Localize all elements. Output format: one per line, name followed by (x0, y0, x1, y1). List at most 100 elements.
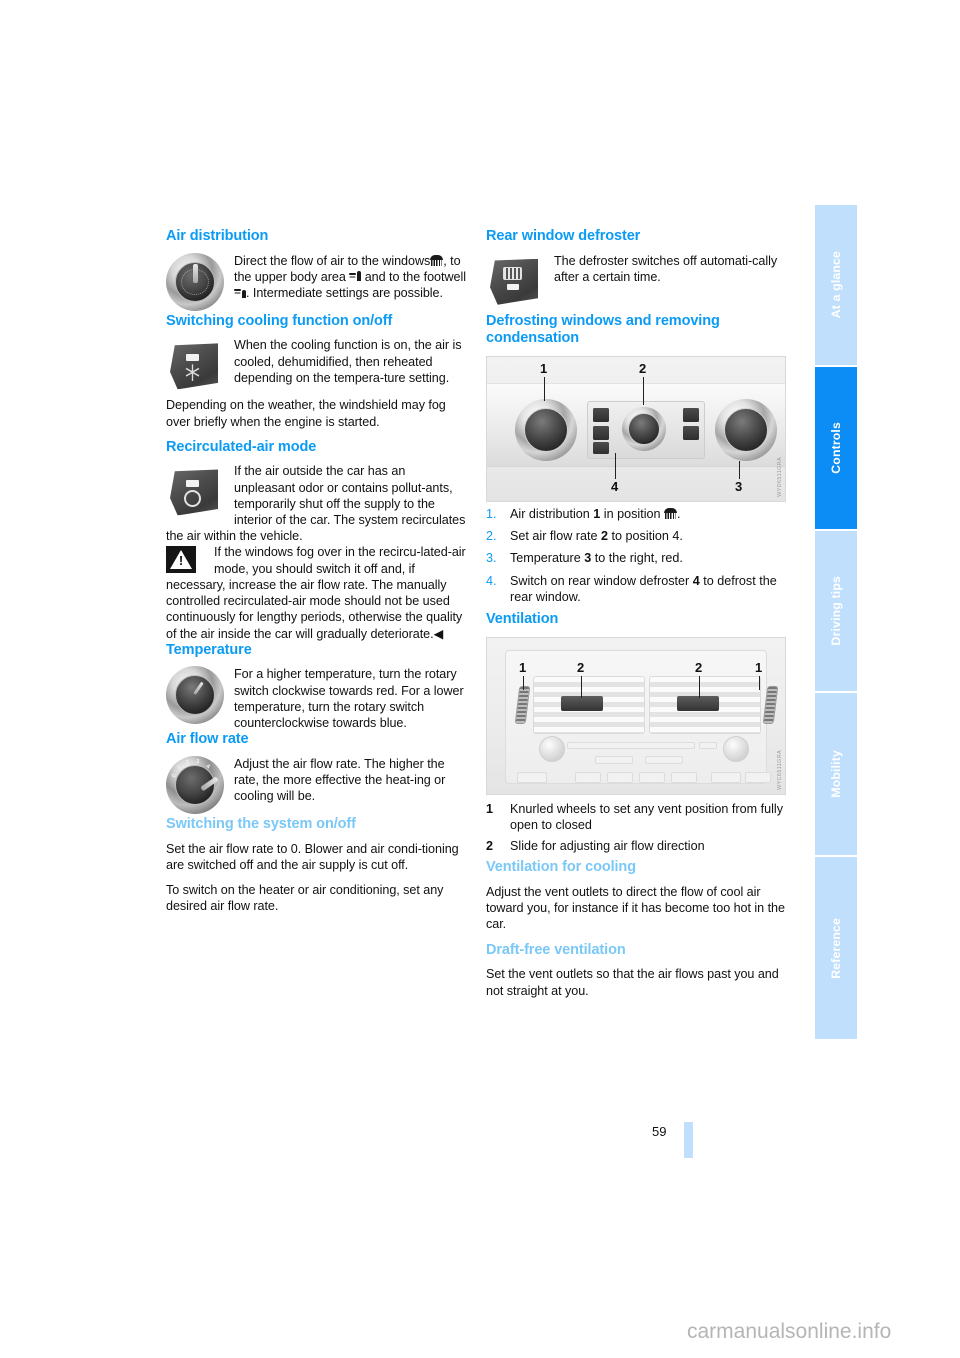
heading-ventilation-for-cooling: Ventilation for cooling (486, 859, 636, 876)
tab-mobility[interactable]: Mobility (815, 693, 857, 855)
vent-callout-1-left: 1 (519, 659, 527, 675)
cooling-paragraph-2: Depending on the weather, the windshield… (166, 398, 446, 429)
page-number: 59 (652, 1124, 667, 1139)
warning-triangle-icon (166, 544, 204, 574)
step-1-text-after: in position (600, 507, 665, 522)
heading-switching-system: Switching the system on/off (166, 815, 356, 832)
air-dist-text-3: and to the footwell (364, 269, 466, 284)
tab-controls[interactable]: Controls (815, 367, 857, 529)
tab-mobility-label: Mobility (829, 750, 843, 798)
vent-key-2-text: Slide for adjusting air flow direction (510, 839, 705, 854)
step-2-text-before: Set air flow rate (510, 529, 601, 544)
cooling-block: When the cooling function is on, the air… (166, 337, 466, 397)
figure-knob-temperature (715, 399, 777, 462)
step-3-text-after: to the right, red. (591, 551, 683, 566)
step-1-text-end: . (677, 507, 681, 522)
rotary-knob-temperature-icon (166, 666, 224, 725)
upper-body-symbol-icon (349, 270, 362, 283)
vent-callout-2-right: 2 (695, 659, 703, 675)
step-2-text-after: to position 4. (608, 529, 683, 544)
step-2: 2. Set air flow rate 2 to position 4. (486, 528, 786, 544)
rear-defroster-button-icon (486, 253, 544, 311)
figure-knob-air-distribution (515, 399, 577, 462)
warning-text: If the windows fog over in the recircu-l… (166, 545, 466, 641)
draft-free-paragraph-1: Set the vent outlets so that the air flo… (486, 967, 779, 998)
ventilation-cooling-paragraph-1: Adjust the vent outlets to direct the fl… (486, 885, 785, 932)
air-dist-text-1: Direct the flow of air to the windows (234, 253, 431, 268)
temperature-block: For a higher temperature, turn the rotar… (166, 666, 466, 731)
step-1-defrost-symbol-icon (664, 508, 678, 520)
tab-at-a-glance-label: At a glance (829, 251, 843, 319)
air-distribution-block: Direct the flow of air to the windows, t… (166, 252, 466, 313)
vent-callout-1-right: 1 (755, 659, 763, 675)
heading-ventilation: Ventilation (486, 611, 559, 628)
defrosting-steps: 1. Air distribution 1 in position . 2. Set… (486, 506, 786, 605)
figure-callout-1: 1 (540, 361, 548, 377)
snowflake-button-icon (166, 337, 224, 395)
recirculated-block: If the air outside the car has an unplea… (166, 463, 466, 544)
right-column: Rear window defroster The defroster swit… (486, 228, 786, 999)
tab-at-a-glance[interactable]: At a glance (815, 205, 857, 365)
step-4: 4. Switch on rear window defroster 4 to d… (486, 573, 786, 605)
heading-air-distribution: Air distribution (166, 228, 269, 244)
heading-draft-free-ventilation: Draft-free ventilation (486, 941, 626, 958)
figure-vent-slide-right (677, 695, 719, 711)
air-dist-text-4: . Intermediate settings are possible. (246, 286, 443, 301)
section-tabs: At a glance Controls Driving tips Mobili… (815, 205, 857, 1039)
ventilation-key-list: 1 Knurled wheels to set any vent position… (486, 801, 786, 855)
left-column: Air distribution Direct the flow of air … (166, 228, 466, 914)
tab-driving-tips-label: Driving tips (829, 576, 843, 646)
figure-callout-4: 4 (611, 479, 619, 495)
climate-control-panel-figure: 1 2 3 4 WYD6511GRA (486, 356, 786, 503)
switching-system-paragraph-2: To switch on the heater or air condition… (166, 882, 444, 914)
recirculation-button-icon (166, 463, 224, 521)
step-2-number: 2. (486, 529, 497, 544)
footwell-symbol-icon (234, 287, 246, 299)
dashboard-vents-figure: 1 2 2 1 WYC6511GRA (486, 636, 786, 795)
switching-system-paragraph-1: Set the air flow rate to 0. Blower and a… (166, 841, 459, 872)
figure-vent-slide-left (561, 695, 603, 711)
manual-page: Air distribution Direct the flow of air … (0, 0, 960, 1358)
heading-air-flow-rate: Air flow rate (166, 731, 249, 748)
heading-defrosting-windows: Defrosting windows and removing condensa… (486, 312, 720, 347)
tab-controls-label: Controls (829, 422, 843, 474)
rotary-knob-air-flow-icon: 0 1 2 3 4 (166, 755, 224, 814)
rear-defroster-block: The defroster switches off automati-call… (486, 253, 786, 313)
step-4-text-before: Switch on rear window defroster (510, 573, 693, 588)
vent-key-2: 2 Slide for adjusting air flow direction (486, 838, 786, 854)
heading-rear-defroster: Rear window defroster (486, 228, 641, 244)
step-3-text-before: Temperature (510, 551, 585, 566)
vent-key-2-number: 2 (486, 839, 494, 854)
vent-callout-2-left: 2 (577, 659, 585, 675)
tab-driving-tips[interactable]: Driving tips (815, 531, 857, 691)
figure-center-cluster (587, 401, 705, 460)
vent-key-1-text: Knurled wheels to set any vent position … (510, 801, 784, 832)
heading-cooling: Switching cooling function on/off (166, 312, 393, 329)
watermark: carmanualsonline.info (687, 1320, 892, 1343)
tab-reference[interactable]: Reference (815, 857, 857, 1039)
step-3-number: 3. (486, 551, 497, 566)
step-1: 1. Air distribution 1 in position . (486, 506, 786, 522)
recirculated-warning-text: If the windows fog over in the recircu-l… (166, 544, 466, 641)
vent-key-1-number: 1 (486, 801, 494, 816)
step-4-number: 4. (486, 573, 497, 588)
vent-key-1: 1 Knurled wheels to set any vent position… (486, 801, 786, 833)
recirculated-warning-block: If the windows fog over in the recircu-l… (166, 544, 466, 641)
figure-code-climate: WYD6511GRA (777, 457, 783, 498)
page-number-bar (684, 1122, 693, 1158)
step-4-bold: 4 (692, 573, 700, 588)
step-3: 3. Temperature 3 to the right, red. (486, 550, 786, 566)
step-1-number: 1. (486, 507, 497, 522)
heading-temperature: Temperature (166, 641, 252, 658)
tab-reference-label: Reference (829, 917, 843, 979)
air-flow-block: 0 1 2 3 4 Adjust the air flow rate. The … (166, 755, 466, 816)
step-1-text-before: Air distribution (510, 507, 594, 522)
figure-code-vents: WYC6511GRA (777, 749, 783, 790)
figure-callout-2: 2 (639, 361, 647, 377)
figure-callout-3: 3 (735, 479, 743, 495)
heading-recirculated-air: Recirculated-air mode (166, 438, 317, 455)
defrost-symbol-icon (430, 254, 444, 266)
step-2-bold: 2 (601, 529, 609, 544)
warning-end-marker: ◀ (433, 626, 444, 641)
rotary-knob-air-distribution-icon (166, 252, 224, 311)
